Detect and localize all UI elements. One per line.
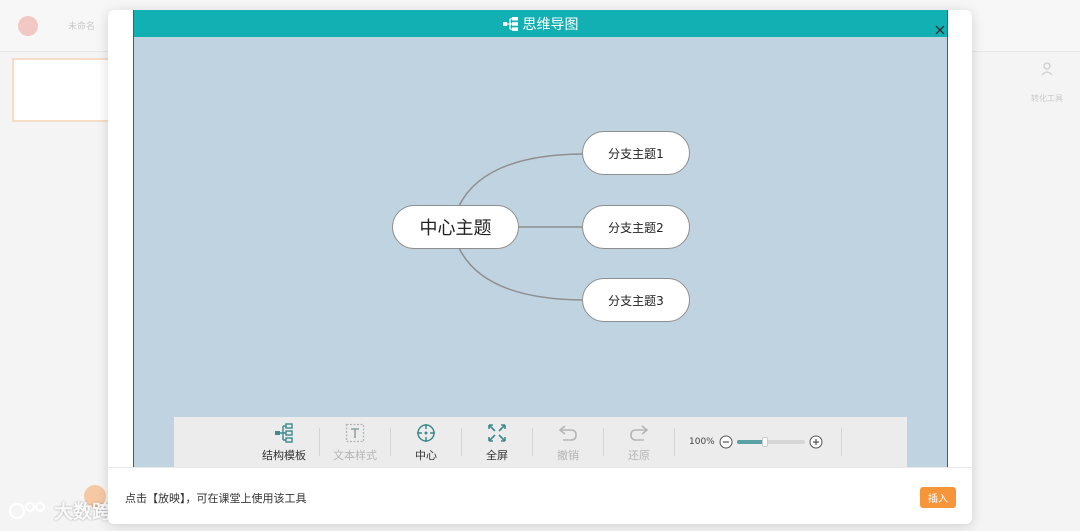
branch-topic-node-1[interactable]: 分支主题1: [582, 131, 690, 175]
text-style-label: 文本样式: [333, 448, 377, 462]
zoom-control: 100%: [689, 435, 823, 449]
watermark-logo-icon: [8, 502, 45, 520]
mindmap-connectors: [458, 153, 583, 301]
text-style-icon: [345, 423, 365, 442]
text-style-button[interactable]: 文本样式: [320, 417, 390, 467]
redo-button[interactable]: 还原: [604, 417, 674, 467]
usage-hint: 点击【放映】，可在课堂上使用该工具: [125, 492, 307, 505]
crosshair-icon: [417, 423, 435, 442]
insert-button[interactable]: 插入: [920, 487, 956, 508]
center-topic-node[interactable]: 中心主题: [392, 205, 519, 249]
zoom-in-icon[interactable]: [809, 435, 823, 449]
undo-button[interactable]: 撤销: [533, 417, 603, 467]
dialog-footer: 点击【放映】，可在课堂上使用该工具 插入: [108, 467, 972, 524]
structure-template-icon: [275, 422, 293, 443]
zoom-level: 100%: [689, 437, 715, 447]
toolbar-divider: [674, 428, 675, 456]
zoom-out-icon[interactable]: [719, 435, 733, 449]
fullscreen-button[interactable]: 全屏: [462, 417, 532, 467]
app-logo: [18, 16, 38, 36]
mindmap-dialog: 思维导图 中心主题 分支主题1 分支主题2 分支主题3 结构模板 文本样式 中心…: [108, 10, 972, 524]
structure-template-label: 结构模板: [262, 448, 306, 462]
center-label: 中心: [415, 448, 437, 462]
tools-icon: [1041, 62, 1053, 76]
connector-branch-1: [458, 153, 583, 207]
fullscreen-label: 全屏: [486, 448, 508, 462]
mindmap-toolbar: 结构模板 文本样式 中心 全屏 撤销 还原 100%: [174, 417, 907, 467]
toolbar-divider: [840, 428, 842, 456]
right-panel-label: 转化工具: [1031, 94, 1063, 103]
undo-label: 撤销: [557, 448, 579, 462]
redo-icon: [630, 424, 649, 441]
zoom-slider[interactable]: [736, 437, 805, 447]
branch-topic-node-2[interactable]: 分支主题2: [582, 205, 690, 249]
zoom-slider-handle[interactable]: [762, 437, 769, 447]
slide-thumbnail: [12, 58, 110, 122]
undo-icon: [558, 424, 577, 441]
mindmap-editor: 思维导图 中心主题 分支主题1 分支主题2 分支主题3 结构模板 文本样式 中心…: [133, 10, 948, 467]
structure-template-button[interactable]: 结构模板: [249, 417, 319, 467]
center-button[interactable]: 中心: [391, 417, 461, 467]
zoom-slider-fill: [736, 440, 766, 444]
connector-branch-3: [458, 247, 583, 301]
redo-label: 还原: [628, 448, 650, 462]
fullscreen-icon: [488, 423, 506, 442]
background-title: 未命名: [68, 22, 96, 32]
close-icon[interactable]: [934, 24, 946, 36]
branch-topic-node-3[interactable]: 分支主题3: [582, 278, 690, 322]
